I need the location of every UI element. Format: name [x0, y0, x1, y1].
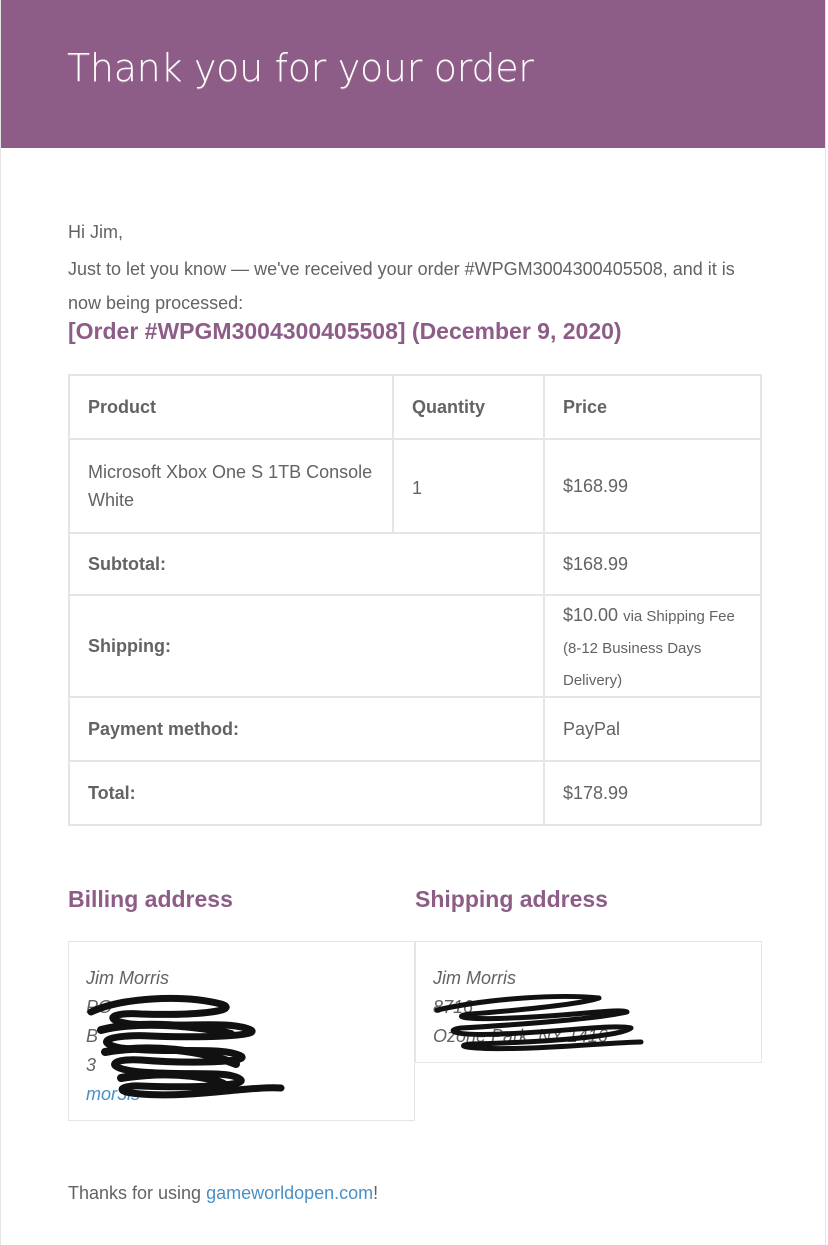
- payment-value: PayPal: [543, 696, 762, 762]
- billing-address-title: Billing address: [68, 886, 233, 912]
- item-price: $168.99: [543, 438, 762, 534]
- billing-line3: 3: [86, 1055, 97, 1075]
- greeting-text: Hi Jim,: [68, 222, 123, 242]
- total-row: Total: $178.99: [68, 760, 762, 826]
- item-quantity: 1: [392, 438, 545, 534]
- shipping-line1: 8716: [433, 997, 474, 1017]
- shipping-address-title: Shipping address: [415, 886, 608, 912]
- footer-suffix: !: [373, 1183, 379, 1203]
- email-header: Thank you for your order: [1, 0, 825, 148]
- item-product: Microsoft Xbox One S 1TB Console White: [68, 438, 394, 534]
- total-value: $178.99: [543, 760, 762, 826]
- footer-site-link[interactable]: gameworldopen.com: [206, 1183, 373, 1203]
- payment-row: Payment method: PayPal: [68, 696, 762, 762]
- shipping-row: Shipping: $10.00 via Shipping Fee (8-12 …: [68, 594, 762, 698]
- shipping-label: Shipping:: [68, 594, 545, 698]
- shipping-name: Jim Morris: [433, 968, 516, 988]
- footer-text: Thanks for using gameworldopen.com!: [68, 1183, 378, 1204]
- billing-email-link[interactable]: mor3is: [86, 1080, 397, 1109]
- total-label: Total:: [68, 760, 545, 826]
- shipping-amount: $10.00: [563, 605, 619, 625]
- header-quantity: Quantity: [392, 374, 545, 440]
- shipping-value: $10.00 via Shipping Fee (8-12 Business D…: [543, 594, 762, 698]
- footer-prefix: Thanks for using: [68, 1183, 207, 1203]
- payment-label: Payment method:: [68, 696, 545, 762]
- billing-name: Jim Morris: [86, 968, 169, 988]
- header-product: Product: [68, 374, 394, 440]
- header-price: Price: [543, 374, 762, 440]
- subtotal-label: Subtotal:: [68, 532, 545, 596]
- table-header-row: Product Quantity Price: [68, 374, 762, 440]
- intro-text: Just to let you know — we've received yo…: [68, 259, 735, 313]
- billing-line1: PO: [86, 997, 113, 1017]
- order-table: Product Quantity Price Microsoft Xbox On…: [68, 374, 762, 826]
- shipping-address-box: Jim Morris 8716 Ozone Park, NY 1416: [415, 941, 762, 1063]
- email-container: Thank you for your order Hi Jim, Just to…: [0, 0, 826, 1245]
- subtotal-row: Subtotal: $168.99: [68, 532, 762, 596]
- shipping-line2: Ozone Park, NY 1416: [433, 1026, 608, 1046]
- billing-line2: B: [86, 1026, 99, 1046]
- header-title: Thank you for your order: [67, 46, 534, 90]
- order-heading: [Order #WPGM3004300405508] (December 9, …: [68, 318, 622, 344]
- table-row: Microsoft Xbox One S 1TB Console White 1…: [68, 438, 762, 534]
- subtotal-value: $168.99: [543, 532, 762, 596]
- billing-address-box: Jim Morris PO B 3 mor3is: [68, 941, 415, 1121]
